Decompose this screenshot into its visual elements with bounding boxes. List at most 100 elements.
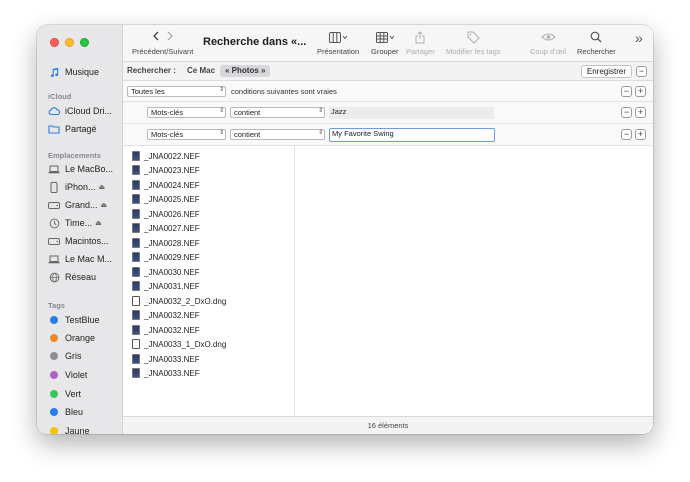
updown-arrow-icon: ⇕ [218, 87, 224, 93]
attribute-value: Mots-clés [151, 108, 184, 117]
columns-view-icon [329, 29, 348, 45]
phone-icon [48, 181, 60, 193]
sidebar: Musique iCloud iCloud Dri... Partagé Emp… [37, 25, 123, 434]
list-item[interactable]: _JNA0033.NEF [132, 352, 200, 366]
sidebar-tag-gris[interactable]: Gris [48, 347, 122, 365]
list-item[interactable]: _JNA0032_2_DxO.dng [132, 294, 226, 308]
sidebar-item-icloud-drive[interactable]: iCloud Dri... [48, 102, 122, 120]
scope-this-mac[interactable]: Ce Mac [187, 66, 215, 75]
sidebar-item-iphone[interactable]: iPhon... ⏏ [48, 178, 122, 196]
chevron-left-icon[interactable] [149, 31, 163, 44]
list-item[interactable]: _JNA0023.NEF [132, 163, 200, 177]
dng-file-icon [132, 296, 140, 306]
list-item[interactable]: _JNA0022.NEF [132, 149, 200, 163]
sidebar-item-grand[interactable]: Grand... ⏏ [48, 196, 122, 214]
file-name: _JNA0032.NEF [144, 310, 200, 320]
sidebar-tag-testblue[interactable]: TestBlue [48, 311, 122, 329]
match-mode-select[interactable]: Toutes les ⇕ [127, 86, 226, 97]
close-window-button[interactable] [50, 38, 59, 47]
sidebar-item-label: Réseau [65, 272, 97, 282]
list-item[interactable]: _JNA0029.NEF [132, 250, 200, 264]
minimize-window-button[interactable] [65, 38, 74, 47]
sidebar-tag-violet[interactable]: Violet [48, 366, 122, 384]
list-item[interactable]: _JNA0033.NEF [132, 366, 200, 380]
share-button[interactable]: Partager [406, 29, 435, 56]
dng-file-icon [132, 339, 140, 349]
list-item[interactable]: _JNA0032.NEF [132, 308, 200, 322]
quick-look-button[interactable]: Coup d'œil [530, 29, 566, 56]
file-name: _JNA0022.NEF [144, 151, 200, 161]
attribute-select[interactable]: Mots-clés ⇕ [147, 107, 226, 118]
criteria-row: Mots-clés ⇕ contient ⇕ My Favorite Swing… [123, 124, 653, 146]
save-search-button[interactable]: Enregistrer [580, 65, 632, 78]
search-button[interactable]: Rechercher [577, 29, 616, 56]
image-file-icon [132, 368, 140, 378]
scope-photos-folder[interactable]: « Photos » [220, 65, 271, 77]
edit-tags-button[interactable]: Modifier les tags [446, 29, 501, 56]
list-item[interactable]: _JNA0030.NEF [132, 265, 200, 279]
list-item[interactable]: _JNA0025.NEF [132, 192, 200, 206]
image-file-icon [132, 281, 140, 291]
criterion-value-field[interactable]: My Favorite Swing [329, 128, 495, 142]
sidebar-item-musique[interactable]: Musique [48, 63, 122, 81]
back-forward-control[interactable]: Précédent/Suivant [132, 29, 193, 56]
sidebar-tag-orange[interactable]: Orange [48, 329, 122, 347]
image-file-icon [132, 223, 140, 233]
list-item[interactable]: _JNA0028.NEF [132, 236, 200, 250]
shared-folder-icon [48, 123, 60, 135]
search-label: Rechercher [577, 47, 616, 56]
group-button[interactable]: Grouper [371, 29, 399, 56]
eye-icon [540, 29, 556, 45]
sidebar-item-reseau[interactable]: Réseau [48, 268, 122, 286]
sidebar-item-time-machine[interactable]: Time... ⏏ [48, 214, 122, 232]
sidebar-item-label: Le MacBo... [65, 164, 114, 174]
file-name: _JNA0024.NEF [144, 180, 200, 190]
remove-scope-button[interactable]: − [636, 66, 647, 77]
remove-criterion-button[interactable]: − [621, 129, 632, 140]
list-item[interactable]: _JNA0027.NEF [132, 221, 200, 235]
quick-look-label: Coup d'œil [530, 47, 567, 56]
disk-icon [48, 199, 60, 211]
sidebar-item-le-mac[interactable]: Le Mac M... [48, 250, 122, 268]
remove-criterion-button[interactable]: − [621, 86, 632, 97]
operator-select[interactable]: contient ⇕ [230, 107, 325, 118]
sidebar-item-label: Macintos... [65, 236, 109, 246]
list-item[interactable]: _JNA0031.NEF [132, 279, 200, 293]
attribute-select[interactable]: Mots-clés ⇕ [147, 129, 226, 140]
add-criterion-button[interactable]: + [635, 107, 646, 118]
list-item[interactable]: _JNA0032.NEF [132, 323, 200, 337]
sidebar-item-partage[interactable]: Partagé [48, 120, 122, 138]
share-label: Partager [406, 47, 435, 56]
updown-arrow-icon: ⇕ [218, 108, 224, 114]
zoom-window-button[interactable] [80, 38, 89, 47]
add-criterion-button[interactable]: + [635, 86, 646, 97]
item-count: 16 éléments [367, 421, 409, 430]
sidebar-item-macintosh-hd[interactable]: Macintos... [48, 232, 122, 250]
eject-icon[interactable]: ⏏ [95, 219, 102, 227]
sidebar-tag-bleu[interactable]: Bleu [48, 403, 122, 421]
sidebar-tag-vert[interactable]: Vert [48, 385, 122, 403]
sidebar-item-macbook[interactable]: Le MacBo... [48, 160, 122, 178]
sidebar-item-label: Bleu [65, 407, 84, 417]
eject-icon[interactable]: ⏏ [101, 201, 108, 209]
sidebar-item-label: Gris [65, 351, 82, 361]
eject-icon[interactable]: ⏏ [99, 183, 106, 191]
image-file-icon [132, 209, 140, 219]
list-item[interactable]: _JNA0033_1_DxO.dng [132, 337, 226, 351]
toolbar-overflow-button[interactable]: » [635, 30, 643, 46]
sidebar-item-label: Le Mac M... [65, 254, 113, 264]
sidebar-tag-jaune[interactable]: Jaune [48, 422, 122, 434]
remove-criterion-button[interactable]: − [621, 107, 632, 118]
list-item[interactable]: _JNA0026.NEF [132, 207, 200, 221]
add-criterion-button[interactable]: + [635, 129, 646, 140]
match-suffix-text: conditions suivantes sont vraies [231, 87, 337, 96]
file-name: _JNA0030.NEF [144, 267, 200, 277]
operator-select[interactable]: contient ⇕ [230, 129, 325, 140]
criterion-value-field[interactable]: Jazz [329, 107, 494, 119]
file-name: _JNA0027.NEF [144, 223, 200, 233]
presentation-button[interactable]: Présentation [317, 29, 359, 56]
file-name: _JNA0031.NEF [144, 281, 200, 291]
file-name: _JNA0033_1_DxO.dng [144, 339, 227, 349]
chevron-right-icon[interactable] [163, 31, 177, 44]
list-item[interactable]: _JNA0024.NEF [132, 178, 200, 192]
